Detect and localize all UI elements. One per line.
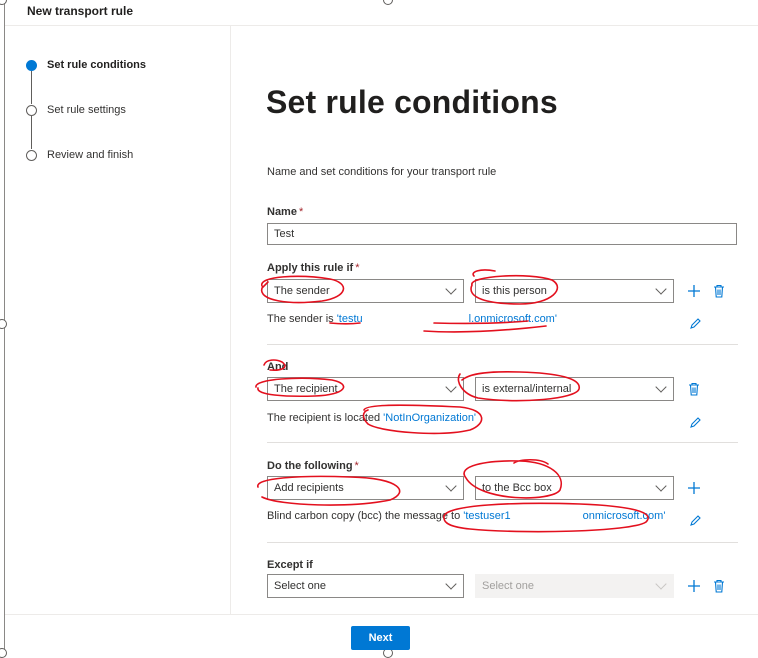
edit-sender-button[interactable]	[687, 315, 703, 331]
action-dropdown[interactable]: Add recipients	[267, 476, 464, 500]
do-following-label: Do the following *	[267, 460, 359, 472]
bcc-summary: Blind carbon copy (bcc) the message to '…	[267, 510, 666, 522]
sender-link[interactable]: 'testu l.onmicrosoft.com'	[337, 313, 557, 325]
edit-recipient-button[interactable]	[687, 414, 703, 430]
exception-operator-dropdown: Select one	[475, 574, 674, 598]
required-mark: *	[355, 262, 360, 274]
except-if-label: Except if	[267, 559, 313, 571]
trash-icon	[714, 579, 724, 593]
step-pending-icon	[26, 149, 37, 161]
chevron-down-icon	[445, 480, 457, 492]
step-connector	[31, 116, 32, 149]
chevron-down-icon	[655, 381, 667, 393]
delete-and-condition-button[interactable]	[686, 381, 702, 397]
chevron-down-icon	[655, 480, 667, 492]
bcc-recipient-link[interactable]: 'testuser1 onmicrosoft.com'	[463, 510, 665, 522]
pencil-icon	[689, 317, 701, 329]
action-dropdown-value: Add recipients	[274, 482, 344, 494]
step-current-icon	[26, 59, 37, 71]
resize-handle[interactable]	[0, 319, 7, 329]
action-operator-dropdown[interactable]: to the Bcc box	[475, 476, 674, 500]
chevron-down-icon	[655, 578, 667, 590]
resize-handle[interactable]	[0, 648, 7, 658]
required-mark: *	[354, 460, 359, 472]
condition-operator-dropdown[interactable]: is this person	[475, 279, 674, 303]
and-operator-dropdown[interactable]: is external/internal	[475, 377, 674, 401]
step-review-and-finish[interactable]: Review and finish	[26, 149, 133, 161]
sender-summary: The sender is 'testu l.onmicrosoft.com'	[267, 313, 557, 325]
and-operator-value: is external/internal	[482, 383, 572, 395]
add-condition-button[interactable]	[686, 283, 702, 299]
operator-dropdown-value: is this person	[482, 285, 547, 297]
step-label: Set rule conditions	[47, 59, 147, 71]
page-description: Name and set conditions for your transpo…	[267, 166, 497, 178]
trash-icon	[689, 382, 699, 396]
chevron-down-icon	[655, 283, 667, 295]
action-operator-value: to the Bcc box	[482, 482, 552, 494]
step-label: Set rule settings	[47, 104, 126, 116]
exception-operator-placeholder: Select one	[482, 580, 534, 592]
recipient-location-link[interactable]: 'NotInOrganization'	[383, 412, 476, 424]
and-condition-dropdown[interactable]: The recipient	[267, 377, 464, 401]
exception-dropdown[interactable]: Select one	[267, 574, 464, 598]
footer-divider	[5, 614, 758, 615]
name-field-label: Name *	[267, 206, 304, 218]
step-label: Review and finish	[47, 149, 134, 161]
panel-title: New transport rule	[27, 4, 134, 18]
page-title: Set rule conditions	[266, 84, 558, 120]
plus-icon	[688, 285, 700, 297]
section-divider	[267, 442, 738, 443]
chevron-down-icon	[445, 578, 457, 590]
required-mark: *	[298, 206, 304, 218]
recipient-summary: The recipient is located 'NotInOrganizat…	[267, 412, 477, 424]
and-condition-value: The recipient	[274, 383, 338, 395]
condition-dropdown-value: The sender	[274, 285, 330, 297]
name-input-value: Test	[274, 228, 295, 240]
resize-handle[interactable]	[383, 0, 393, 5]
section-divider	[267, 344, 738, 345]
and-label: And	[267, 361, 289, 373]
plus-icon	[688, 482, 700, 494]
plus-icon	[688, 580, 700, 592]
chevron-down-icon	[445, 283, 457, 295]
step-connector	[31, 71, 32, 104]
add-action-button[interactable]	[686, 480, 702, 496]
exception-placeholder: Select one	[274, 580, 326, 592]
header-divider	[5, 25, 758, 26]
delete-exception-button[interactable]	[711, 578, 727, 594]
name-input[interactable]: Test	[267, 223, 737, 245]
step-set-rule-settings[interactable]: Set rule settings	[26, 104, 126, 116]
trash-icon	[714, 284, 724, 298]
section-divider	[267, 542, 738, 543]
sidebar-divider	[230, 26, 231, 615]
next-button[interactable]: Next	[351, 626, 410, 650]
delete-condition-button[interactable]	[711, 283, 727, 299]
step-set-rule-conditions[interactable]: Set rule conditions	[26, 59, 146, 71]
step-pending-icon	[26, 104, 37, 116]
resize-handle[interactable]	[0, 0, 7, 5]
pencil-icon	[689, 416, 701, 428]
apply-rule-label: Apply this rule if *	[267, 262, 360, 274]
condition-dropdown[interactable]: The sender	[267, 279, 464, 303]
edit-action-button[interactable]	[687, 512, 703, 528]
pencil-icon	[689, 514, 701, 526]
add-exception-button[interactable]	[686, 578, 702, 594]
chevron-down-icon	[445, 381, 457, 393]
